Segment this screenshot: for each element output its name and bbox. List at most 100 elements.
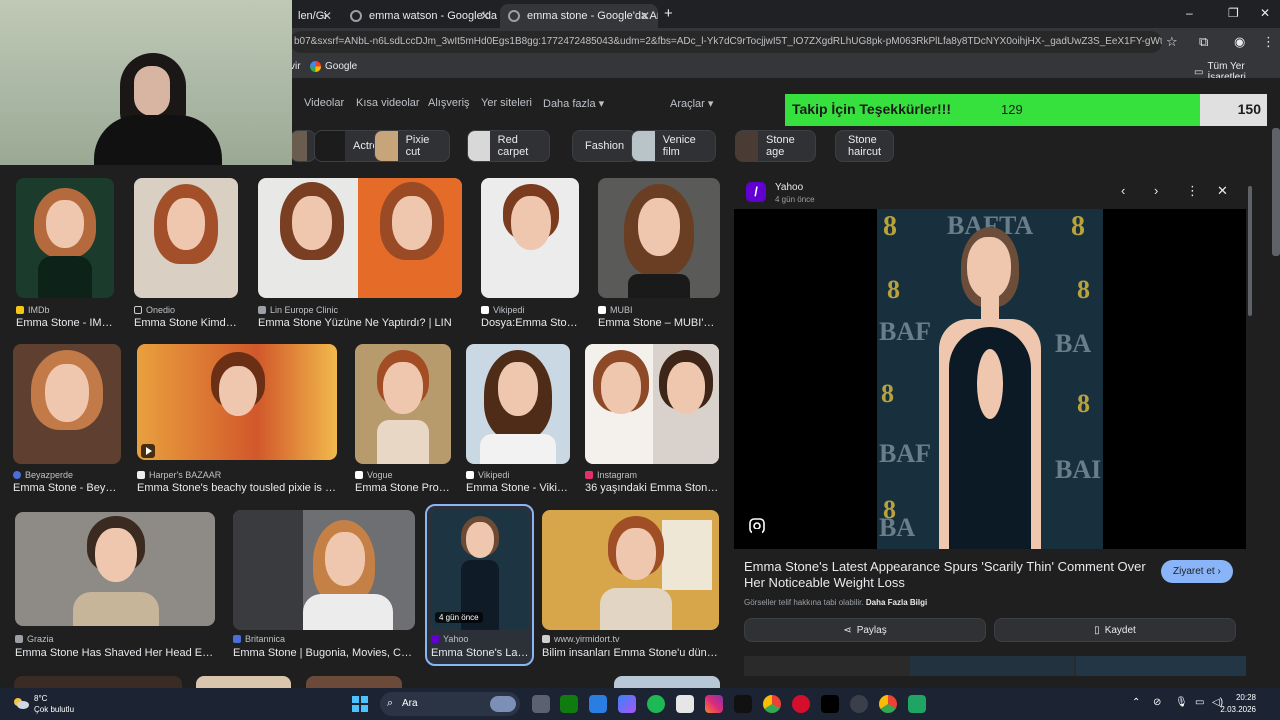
new-tab-button[interactable]: + [664,5,673,22]
save-button[interactable]: ▯ Kaydet [994,618,1236,642]
chip-stone-age[interactable]: Stone age [735,130,816,162]
result-image-partial[interactable] [14,676,182,688]
result-title[interactable]: Emma Stone's beachy tousled pixie is our… [137,482,337,494]
chip-red-carpet[interactable]: Red carpet [467,130,550,162]
result-title[interactable]: Dosya:Emma Stone ... [481,317,579,329]
result-title[interactable]: Emma Stone Kimdir? ... [134,317,238,329]
previous-icon[interactable]: ‹ [1121,183,1125,198]
close-tab-icon[interactable]: ✕ [640,9,650,23]
panel-scrollbar-thumb[interactable] [1248,186,1252,316]
chip-fashion[interactable]: Fashion [572,130,638,162]
result-title[interactable]: Emma Stone Yüzüne Ne Yaptırdı? | LIN [258,317,462,329]
instagram-icon[interactable] [705,695,723,713]
tools-button[interactable]: Araçlar ▾ [670,97,713,110]
tab-emma-watson[interactable]: emma watson - Google'da Ara ✕ [342,4,498,28]
network-icon[interactable]: ⊘ [1153,697,1161,708]
google-lens-icon[interactable] [748,517,766,535]
cloudy-weather-icon[interactable] [12,696,30,710]
clock-date[interactable]: 2.03.2026 [1220,705,1256,714]
result-image[interactable] [355,344,451,464]
nav-more[interactable]: Daha fazla ▾ [543,97,604,110]
result-title[interactable]: Emma Stone Has Shaved Her Head Entirely [15,647,215,659]
result-title[interactable]: Emma Stone Prove... [355,482,451,494]
more-options-icon[interactable]: ⋮ [1186,183,1199,199]
task-view-icon[interactable] [532,695,550,713]
result-image[interactable] [542,510,719,630]
result-image[interactable] [258,178,462,298]
related-images-strip[interactable] [744,656,1246,676]
close-window-button[interactable]: ✕ [1260,6,1270,20]
clock-time[interactable]: 20:28 [1236,693,1256,702]
bookmark-star-icon[interactable]: ☆ [1166,34,1178,50]
xbox-icon[interactable] [560,695,578,713]
visit-button[interactable]: Ziyaret et › [1161,560,1233,583]
close-icon[interactable]: ✕ [1217,183,1228,199]
result-image[interactable] [233,510,415,630]
result-image[interactable] [16,178,114,298]
chip-partial[interactable] [290,130,316,162]
app-icon[interactable] [908,695,926,713]
chip-pixie-cut[interactable]: Pixie cut [374,130,450,162]
menu-icon[interactable]: ⋮ [1262,34,1275,50]
result-image-partial[interactable] [306,676,402,688]
result-image[interactable] [481,178,579,298]
result-title[interactable]: Bilim insanları Emma Stone'u dünyanı... [542,647,719,659]
chrome-profile-icon[interactable] [879,695,897,713]
result-image[interactable] [134,178,238,298]
result-image[interactable] [585,344,719,464]
share-button[interactable]: ⋖ Paylaş [744,618,986,642]
chip-stone-haircut[interactable]: Stone haircut [835,130,895,162]
tab-partial[interactable]: len/Gi ✕ [290,4,340,28]
weather-temperature[interactable]: 8°C [34,694,47,703]
nav-short-videos[interactable]: Kısa videolar [356,97,420,109]
taskbar-search[interactable]: ⌕ Ara [380,692,520,716]
next-icon[interactable]: › [1154,183,1158,198]
chrome-icon[interactable] [763,695,781,713]
bookmark-google[interactable]: Google [310,61,357,72]
spotify-icon[interactable] [647,695,665,713]
preview-image[interactable]: 8 BAFTA 8 8 8 BAF BA 8 8 BAF BAI 8 BA [734,209,1246,549]
result-image[interactable] [15,512,215,626]
tiktok-icon[interactable] [821,695,839,713]
result-image[interactable] [466,344,570,464]
result-image[interactable] [137,344,337,460]
widgets-icon[interactable] [589,695,607,713]
weather-description[interactable]: Çok bulutlu [34,705,74,714]
nav-videos[interactable]: Videolar [304,97,344,109]
result-title[interactable]: Emma Stone | Bugonia, Movies, Cruella... [233,647,415,659]
result-image[interactable] [598,178,720,298]
extensions-icon[interactable]: ⧉ [1199,34,1208,50]
start-button[interactable] [352,696,368,712]
result-title[interactable]: Emma Stone – MUBI'de ... [598,317,720,329]
chip-venice-film[interactable]: Venice film [631,130,717,162]
close-tab-icon[interactable]: ✕ [322,9,332,23]
result-title[interactable]: 36 yaşındaki Emma Stone'u... [585,482,719,494]
preview-title[interactable]: Emma Stone's Latest Appearance Spurs 'Sc… [744,559,1154,591]
nav-sites[interactable]: Yer siteleri [481,97,532,109]
address-bar[interactable]: b07&sxsrf=ANbL-n6LsdLccDJm_3wIt5mHd0Egs1… [290,31,1162,53]
capcut-icon[interactable] [734,695,752,713]
nav-shopping[interactable]: Alışveriş [428,97,470,109]
result-image[interactable]: 4 gün önce [431,510,529,630]
result-image[interactable] [13,344,121,464]
close-tab-icon[interactable]: ✕ [480,9,490,23]
restore-button[interactable]: ❐ [1228,6,1239,20]
opera-icon[interactable] [792,695,810,713]
page-scrollbar-thumb[interactable] [1272,128,1280,256]
result-image-partial[interactable] [614,676,720,688]
copilot-icon[interactable] [618,695,636,713]
result-title[interactable]: Emma Stone - Vikipedi [466,482,570,494]
store-icon[interactable] [676,695,694,713]
chevron-up-icon[interactable]: ⌃ [1132,697,1140,708]
minimize-button[interactable]: – [1186,6,1193,20]
microphone-icon[interactable]: 🎙 [1175,697,1188,708]
tab-emma-stone[interactable]: emma stone - Google'da Ara ✕ [500,4,658,28]
result-title[interactable]: Emma Stone - IMDb [16,317,114,329]
obs-icon[interactable] [850,695,868,713]
result-image-partial[interactable] [196,676,291,688]
profile-avatar[interactable]: ◉ [1234,34,1245,50]
display-icon[interactable]: ▭ [1195,697,1204,708]
learn-more-link[interactable]: Daha Fazla Bilgi [866,598,927,607]
result-title[interactable]: Emma Stone's Late... [431,647,529,659]
panel-source[interactable]: Yahoo [775,182,803,193]
